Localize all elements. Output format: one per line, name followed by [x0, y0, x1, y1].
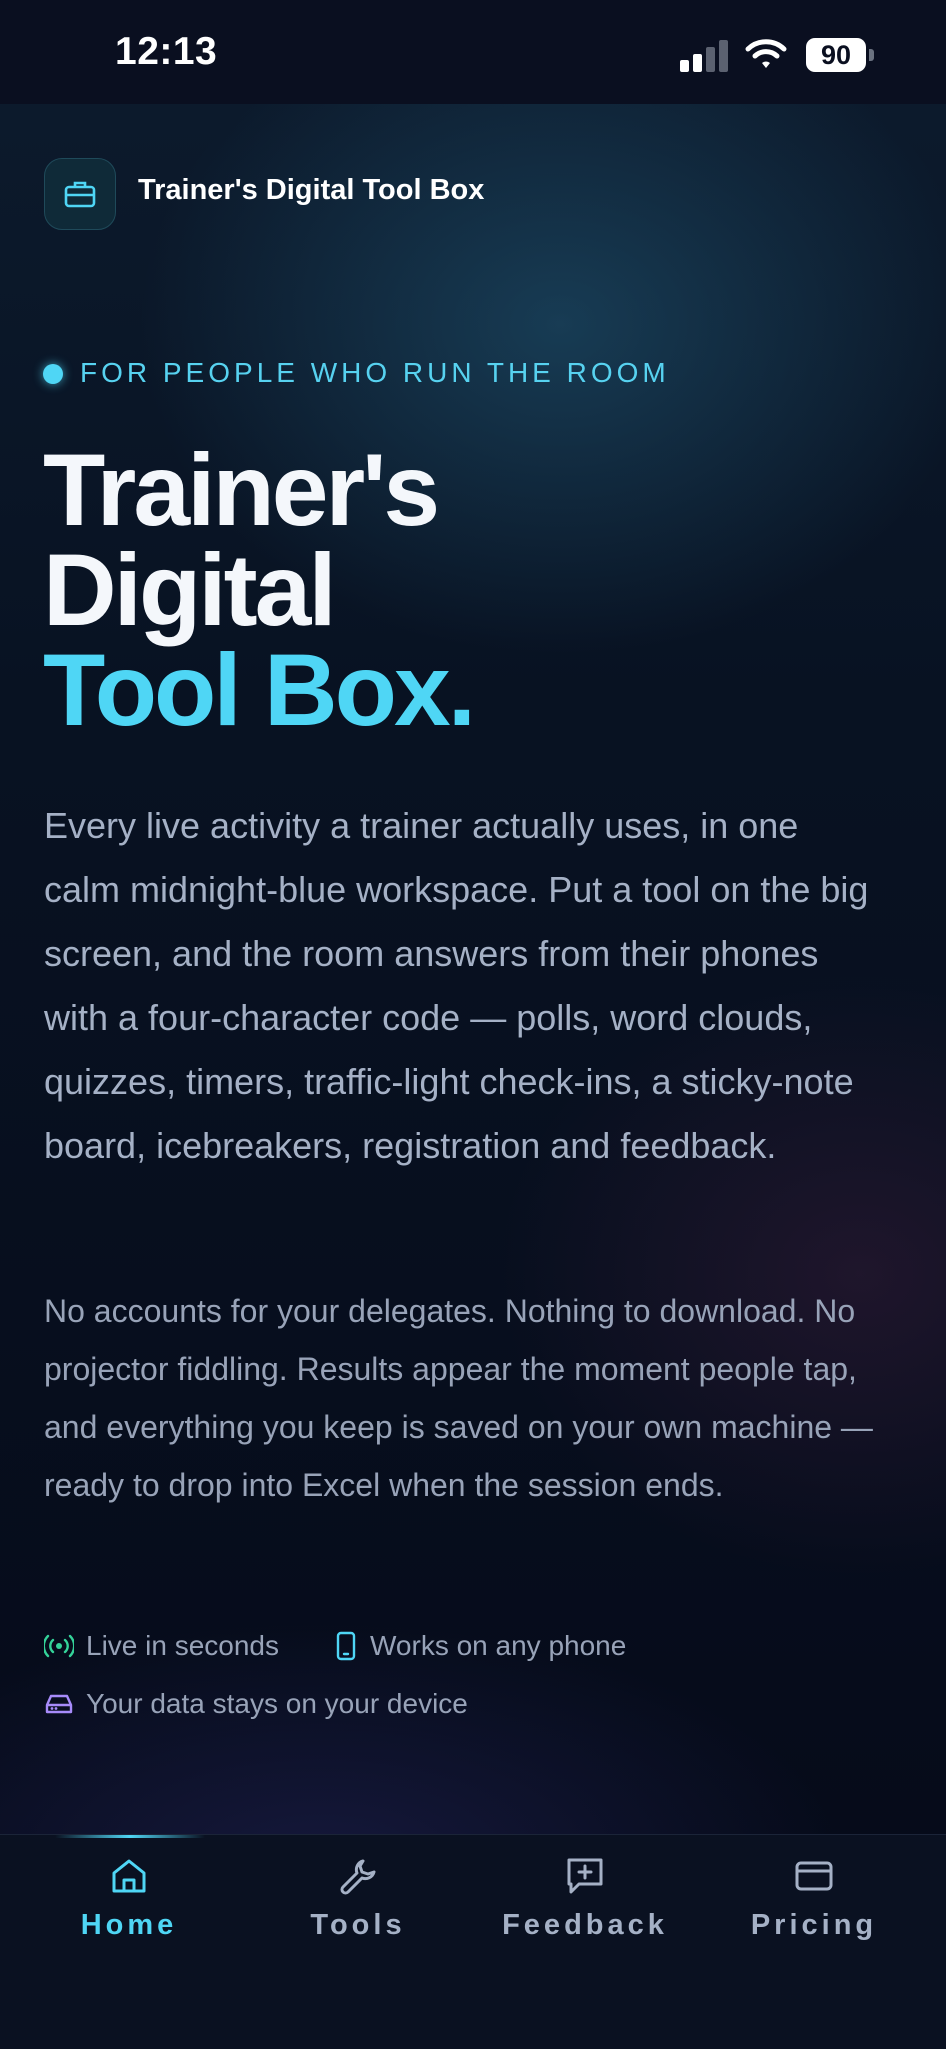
feature-label: Works on any phone — [370, 1630, 627, 1661]
toolbox-icon[interactable] — [44, 158, 116, 230]
home-hero: Trainer's Digital Tool Box FOR PEOPLE WH… — [0, 104, 946, 1834]
tab-label: Pricing — [750, 1909, 878, 1941]
credit-card-icon — [795, 1861, 833, 1891]
tab-label: Feedback — [502, 1909, 668, 1941]
battery-indicator: 90 — [806, 38, 866, 72]
home-icon — [112, 1859, 146, 1893]
body-paragraph: No accounts for your delegates. Nothing … — [44, 1293, 873, 1503]
feature-any-phone: Works on any phone — [334, 1630, 626, 1662]
status-bar: 12:13 90 — [0, 0, 946, 104]
page-title: Trainer's Digital Tool Box. — [43, 439, 476, 741]
lead-paragraph: Every live activity a trainer actually u… — [44, 805, 869, 1166]
feature-live: Live in seconds — [44, 1630, 279, 1662]
tab-pricing[interactable]: Pricing — [714, 1855, 914, 1942]
title-accent: Tool Box. — [43, 633, 476, 747]
brand-name[interactable]: Trainer's Digital Tool Box — [138, 174, 484, 207]
status-time: 12:13 — [115, 30, 218, 73]
title-line-2: Digital — [43, 533, 337, 647]
feature-label: Live in seconds — [86, 1630, 280, 1661]
wrench-icon — [340, 1859, 376, 1895]
feedback-icon — [567, 1858, 603, 1894]
battery-tip — [869, 49, 874, 61]
tab-label: Tools — [310, 1909, 406, 1941]
tab-tools[interactable]: Tools — [258, 1855, 458, 1942]
bottom-tab-bar: Home Tools Feedback Pricing — [0, 1834, 946, 2049]
eyebrow-text: FOR PEOPLE WHO RUN THE ROOM — [80, 357, 670, 388]
eyebrow-dot — [43, 364, 63, 384]
feature-data-local: Your data stays on your device — [44, 1688, 468, 1720]
active-tab-indicator — [55, 1835, 205, 1838]
feature-label: Your data stays on your device — [86, 1688, 468, 1719]
tab-home[interactable]: Home — [29, 1855, 229, 1942]
cellular-signal-icon — [680, 40, 732, 72]
wifi-icon — [745, 39, 787, 68]
title-line-1: Trainer's — [43, 433, 440, 547]
drive-icon — [45, 1694, 73, 1714]
tab-feedback[interactable]: Feedback — [485, 1855, 685, 1942]
phone-icon — [336, 1631, 356, 1661]
tab-label: Home — [80, 1909, 178, 1941]
broadcast-icon — [44, 1634, 74, 1658]
